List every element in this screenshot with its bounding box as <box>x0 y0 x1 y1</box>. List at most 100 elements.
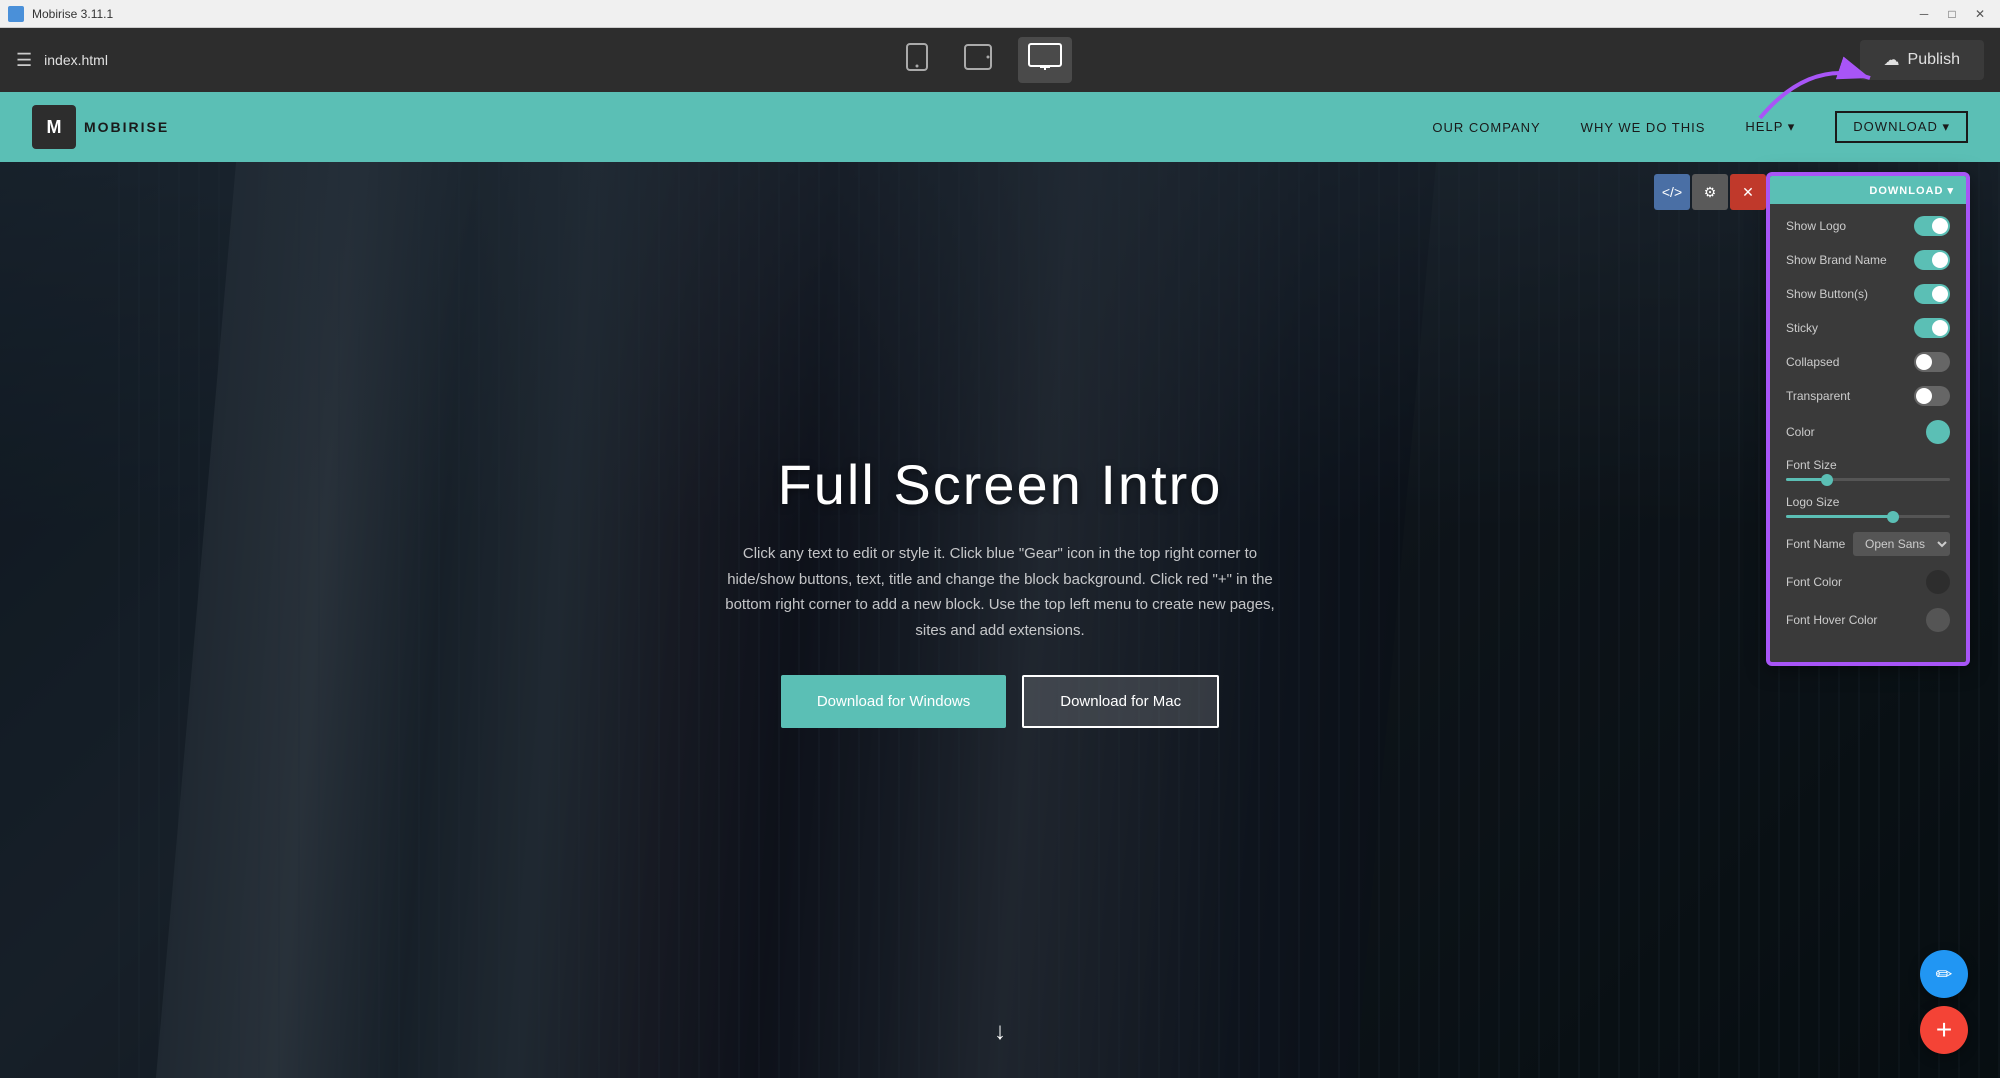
transparent-row: Transparent <box>1786 386 1950 406</box>
show-buttons-toggle[interactable] <box>1914 284 1950 304</box>
title-bar: Mobirise 3.11.1 ─ □ ✕ <box>0 0 2000 28</box>
file-name: index.html <box>44 52 108 68</box>
settings-panel-header: DOWNLOAD ▾ <box>1770 176 1966 204</box>
edit-icon: ✏ <box>1936 962 1953 987</box>
panel-toolbar: </> ⚙ ✕ <box>1654 174 1766 210</box>
nav-link-help[interactable]: HELP ▾ <box>1745 119 1795 135</box>
mobile-device-button[interactable] <box>896 37 938 83</box>
font-size-container: Font Size <box>1786 458 1950 481</box>
code-editor-button[interactable]: </> <box>1654 174 1690 210</box>
transparent-toggle-knob <box>1916 388 1932 404</box>
show-logo-row: Show Logo <box>1786 216 1950 236</box>
show-brand-toggle[interactable] <box>1914 250 1950 270</box>
app-title: Mobirise 3.11.1 <box>32 7 113 21</box>
font-name-row: Font Name Open Sans Roboto Lato Montserr… <box>1786 532 1950 556</box>
toolbar-left: ☰ index.html <box>16 50 108 71</box>
brand-name: MOBIRISE <box>84 119 169 135</box>
hero-content: Full Screen Intro Click any text to edit… <box>720 452 1280 788</box>
show-brand-row: Show Brand Name <box>1786 250 1950 270</box>
desktop-device-button[interactable] <box>1018 37 1072 83</box>
maximize-button[interactable]: □ <box>1940 4 1964 24</box>
font-color-swatch[interactable] <box>1926 570 1950 594</box>
nav-link-why[interactable]: WHY WE DO THIS <box>1581 120 1706 135</box>
download-mac-button[interactable]: Download for Mac <box>1022 675 1219 728</box>
edit-fab-button[interactable]: ✏ <box>1920 950 1968 998</box>
title-bar-controls[interactable]: ─ □ ✕ <box>1912 4 1992 24</box>
download-windows-button[interactable]: Download for Windows <box>781 675 1006 728</box>
transparent-label: Transparent <box>1786 389 1850 403</box>
collapsed-label: Collapsed <box>1786 355 1839 369</box>
logo-letter: M <box>47 117 62 138</box>
font-hover-color-label: Font Hover Color <box>1786 613 1877 627</box>
website-preview: M MOBIRISE OUR COMPANY WHY WE DO THIS HE… <box>0 92 2000 1078</box>
font-size-label: Font Size <box>1786 458 1950 472</box>
logo-size-container: Logo Size <box>1786 495 1950 518</box>
logo-size-label: Logo Size <box>1786 495 1950 509</box>
font-size-thumb[interactable] <box>1821 474 1833 486</box>
settings-button[interactable]: ⚙ <box>1692 174 1728 210</box>
show-buttons-toggle-knob <box>1932 286 1948 302</box>
code-icon: </> <box>1662 184 1682 200</box>
show-brand-toggle-knob <box>1932 252 1948 268</box>
color-label: Color <box>1786 425 1815 439</box>
sticky-toggle-knob <box>1932 320 1948 336</box>
hamburger-icon[interactable]: ☰ <box>16 50 32 71</box>
color-row: Color <box>1786 420 1950 444</box>
settings-panel: DOWNLOAD ▾ Show Logo Show Brand Name Sho… <box>1768 174 1968 664</box>
font-hover-color-swatch[interactable] <box>1926 608 1950 632</box>
app-toolbar: ☰ index.html ☁ Publish <box>0 28 2000 92</box>
site-logo-area: M MOBIRISE <box>32 105 169 149</box>
publish-label: Publish <box>1908 51 1960 69</box>
delete-button[interactable]: ✕ <box>1730 174 1766 210</box>
app-icon <box>8 6 24 22</box>
tablet-device-button[interactable] <box>954 38 1002 82</box>
hero-section: Full Screen Intro Click any text to edit… <box>0 162 2000 1078</box>
transparent-toggle[interactable] <box>1914 386 1950 406</box>
hero-title[interactable]: Full Screen Intro <box>778 452 1223 517</box>
add-block-fab-button[interactable]: + <box>1920 1006 1968 1054</box>
font-color-row: Font Color <box>1786 570 1950 594</box>
font-color-label: Font Color <box>1786 575 1842 589</box>
sticky-label: Sticky <box>1786 321 1818 335</box>
show-buttons-row: Show Button(s) <box>1786 284 1950 304</box>
site-nav: M MOBIRISE OUR COMPANY WHY WE DO THIS HE… <box>0 92 2000 162</box>
font-size-track[interactable] <box>1786 478 1950 481</box>
logo-size-thumb[interactable] <box>1887 511 1899 523</box>
publish-cloud-icon: ☁ <box>1884 50 1900 70</box>
font-name-label: Font Name <box>1786 537 1845 551</box>
show-logo-toggle[interactable] <box>1914 216 1950 236</box>
hero-subtitle[interactable]: Click any text to edit or style it. Clic… <box>720 541 1280 643</box>
scroll-indicator: ↓ <box>994 1018 1006 1046</box>
show-brand-label: Show Brand Name <box>1786 253 1887 267</box>
show-logo-toggle-knob <box>1932 218 1948 234</box>
show-logo-label: Show Logo <box>1786 219 1846 233</box>
collapsed-row: Collapsed <box>1786 352 1950 372</box>
site-nav-links: OUR COMPANY WHY WE DO THIS HELP ▾ DOWNLO… <box>1432 111 1968 143</box>
toolbar-center <box>896 37 1072 83</box>
add-icon: + <box>1936 1014 1952 1046</box>
toolbar-right: ☁ Publish <box>1860 40 1984 80</box>
hero-buttons: Download for Windows Download for Mac <box>781 675 1219 728</box>
nav-download-button[interactable]: DOWNLOAD ▾ <box>1835 111 1968 143</box>
sticky-toggle[interactable] <box>1914 318 1950 338</box>
show-buttons-label: Show Button(s) <box>1786 287 1868 301</box>
logo-size-track[interactable] <box>1786 515 1950 518</box>
download-bar-text: DOWNLOAD ▾ <box>1869 184 1954 197</box>
scroll-arrow-icon: ↓ <box>994 1018 1006 1045</box>
close-button[interactable]: ✕ <box>1968 4 1992 24</box>
font-hover-color-row: Font Hover Color <box>1786 608 1950 632</box>
minimize-button[interactable]: ─ <box>1912 4 1936 24</box>
sticky-row: Sticky <box>1786 318 1950 338</box>
collapsed-toggle-knob <box>1916 354 1932 370</box>
font-name-select[interactable]: Open Sans Roboto Lato Montserrat <box>1853 532 1950 556</box>
delete-icon: ✕ <box>1742 184 1754 201</box>
gear-icon: ⚙ <box>1704 184 1717 201</box>
publish-button[interactable]: ☁ Publish <box>1860 40 1984 80</box>
nav-link-company[interactable]: OUR COMPANY <box>1432 120 1540 135</box>
site-logo: M <box>32 105 76 149</box>
collapsed-toggle[interactable] <box>1914 352 1950 372</box>
logo-size-fill <box>1786 515 1893 518</box>
main-area: M MOBIRISE OUR COMPANY WHY WE DO THIS HE… <box>0 92 2000 1078</box>
title-bar-left: Mobirise 3.11.1 <box>8 6 113 22</box>
color-swatch[interactable] <box>1926 420 1950 444</box>
